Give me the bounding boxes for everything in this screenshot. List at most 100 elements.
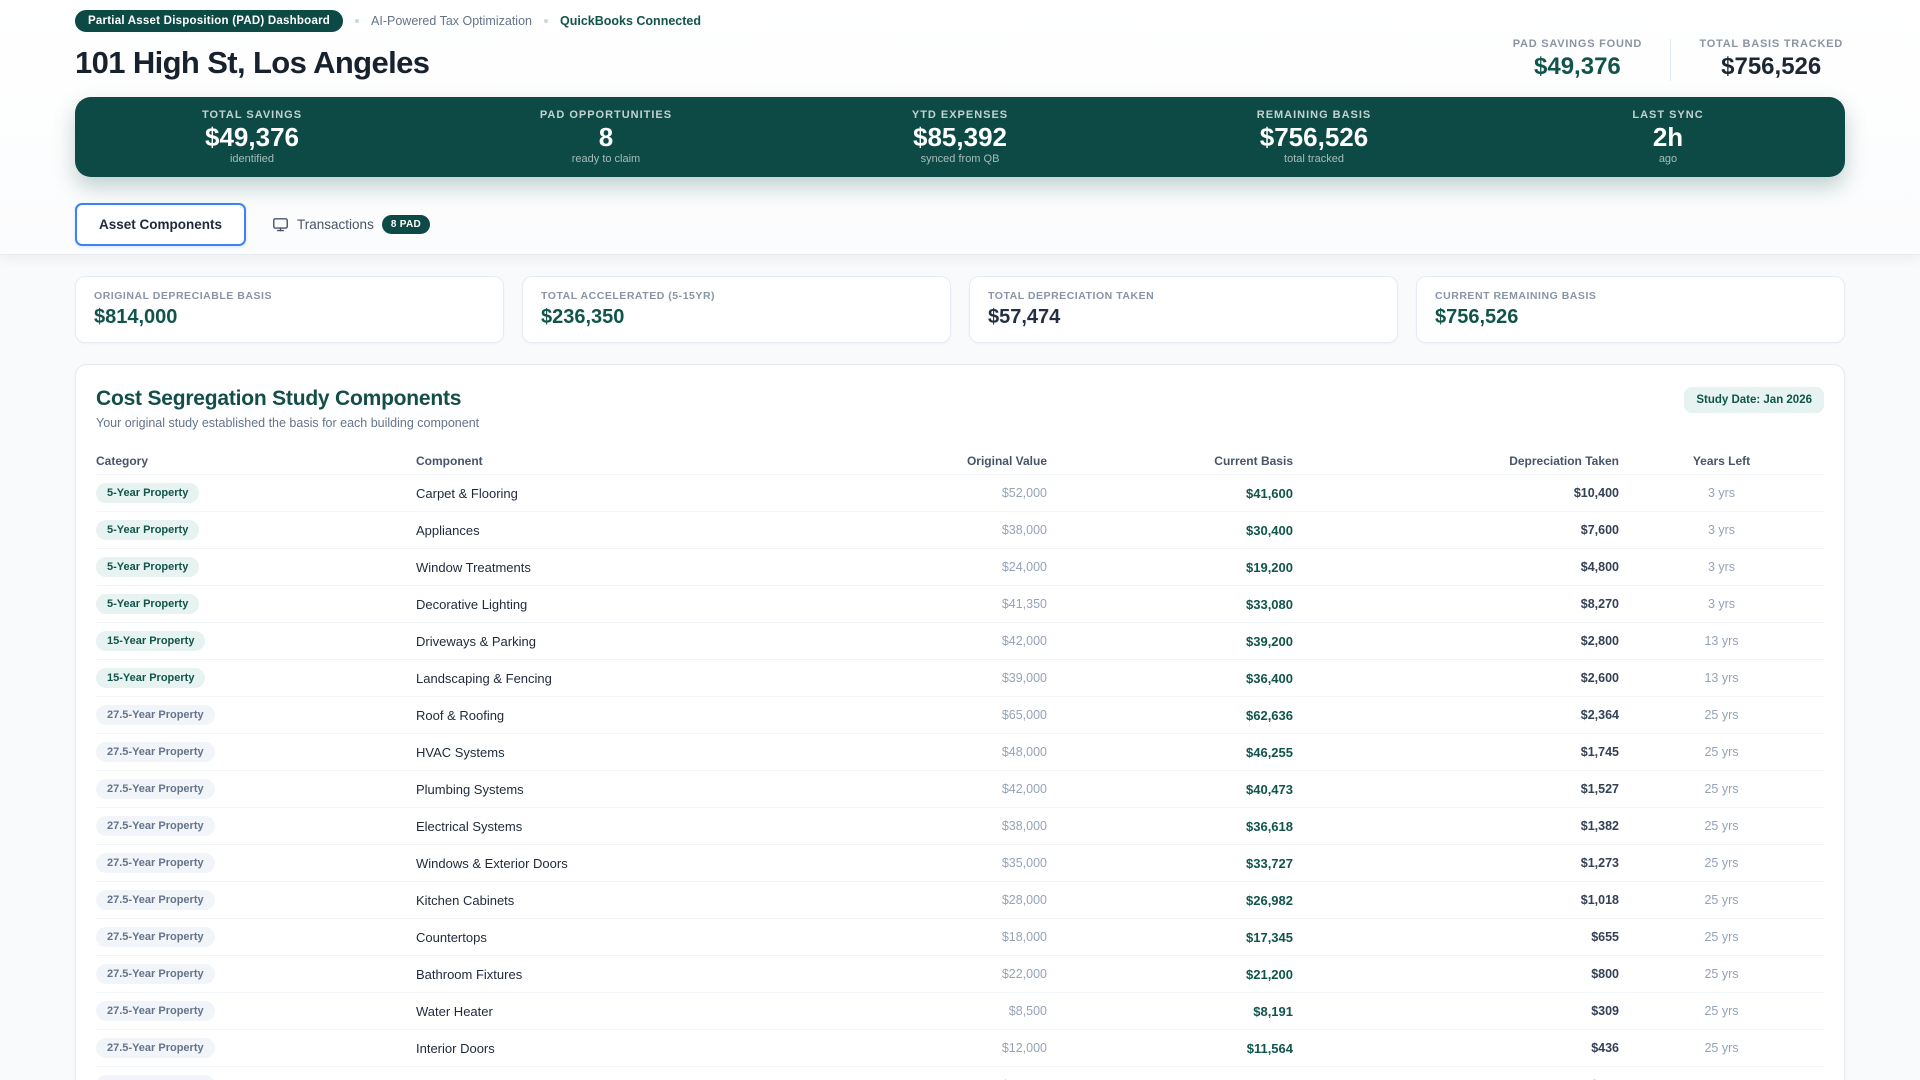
category-badge: 27.5-Year Property	[96, 705, 215, 725]
current-basis-cell: $41,600	[1246, 485, 1293, 501]
original-value-cell: $38,000	[1001, 819, 1047, 833]
component-cell: HVAC Systems	[416, 744, 505, 760]
breadcrumb-item-quickbooks[interactable]: QuickBooks Connected	[560, 14, 701, 28]
depreciation-taken-cell: $7,600	[1580, 523, 1619, 537]
years-left-cell: 25 yrs	[1704, 967, 1739, 981]
column-header-component: Component	[416, 454, 483, 468]
years-left-cell: 3 yrs	[1707, 560, 1736, 574]
stat-card-label: TOTAL ACCELERATED (5-15YR)	[541, 290, 716, 302]
hero-stats-bar: TOTAL SAVINGS $49,376 identified PAD OPP…	[75, 97, 1845, 177]
hero-stat-last-sync: LAST SYNC 2h ago	[1491, 109, 1845, 166]
table-row: 27.5-Year Property Insulation $15,000 $1…	[96, 1066, 1824, 1080]
years-left-cell: 25 yrs	[1704, 893, 1739, 907]
depreciation-taken-cell: $4,800	[1580, 560, 1619, 574]
category-badge: 15-Year Property	[96, 631, 206, 651]
table-row: 27.5-Year Property Roof & Roofing $65,00…	[96, 696, 1824, 733]
depreciation-taken-cell: $655	[1591, 930, 1619, 944]
stat-card-value: $756,526	[1435, 306, 1519, 328]
current-basis-cell: $36,400	[1246, 670, 1293, 686]
current-basis-cell: $62,636	[1246, 707, 1293, 723]
table-row: 27.5-Year Property HVAC Systems $48,000 …	[96, 733, 1824, 770]
hero-stat-total-savings: TOTAL SAVINGS $49,376 identified	[75, 109, 429, 166]
breadcrumb-item-tax-optimization[interactable]: AI-Powered Tax Optimization	[371, 14, 532, 28]
table-body: 5-Year Property Carpet & Flooring $52,00…	[96, 474, 1824, 1080]
category-badge: 27.5-Year Property	[96, 1075, 215, 1080]
breadcrumb-separator	[543, 19, 548, 23]
hero-stat-value: $85,392	[913, 121, 1007, 152]
depreciation-taken-cell: $1,382	[1580, 819, 1619, 833]
years-left-cell: 13 yrs	[1704, 634, 1739, 648]
original-value-cell: $35,000	[1001, 856, 1047, 870]
years-left-cell: 25 yrs	[1704, 856, 1739, 870]
column-header-category: Category	[96, 454, 149, 468]
current-basis-cell: $8,191	[1253, 1003, 1293, 1019]
stat-card-value: $57,474	[988, 306, 1061, 328]
original-value-cell: $52,000	[1001, 486, 1047, 500]
component-cell: Electrical Systems	[416, 818, 523, 834]
summary-label: PAD SAVINGS FOUND	[1512, 38, 1643, 50]
tab-asset-components[interactable]: Asset Components	[75, 203, 247, 246]
hero-stat-sub: ago	[1658, 153, 1678, 166]
depreciation-taken-cell: $1,745	[1580, 745, 1619, 759]
cost-segregation-card: Cost Segregation Study Components Your o…	[75, 364, 1845, 1080]
category-badge: 27.5-Year Property	[96, 1038, 215, 1058]
table-row: 5-Year Property Appliances $38,000 $30,4…	[96, 511, 1824, 548]
component-cell: Countertops	[416, 929, 487, 945]
category-badge: 27.5-Year Property	[96, 816, 215, 836]
hero-stat-label: PAD OPPORTUNITIES	[539, 108, 673, 121]
component-cell: Windows & Exterior Doors	[416, 855, 568, 871]
table-row: 27.5-Year Property Kitchen Cabinets $28,…	[96, 881, 1824, 918]
hero-stat-label: YTD EXPENSES	[911, 108, 1009, 121]
category-badge: 27.5-Year Property	[96, 964, 215, 984]
current-basis-cell: $36,618	[1246, 818, 1293, 834]
original-value-cell: $65,000	[1001, 708, 1047, 722]
original-value-cell: $38,000	[1001, 523, 1047, 537]
hero-stat-value: 2h	[1652, 121, 1684, 152]
summary-label: TOTAL BASIS TRACKED	[1699, 38, 1843, 50]
stat-card-total-accelerated: TOTAL ACCELERATED (5-15YR) $236,350	[522, 276, 951, 343]
study-date-badge: Study Date: Jan 2026	[1684, 387, 1824, 413]
tab-transactions[interactable]: Transactions 8 PAD	[272, 215, 431, 234]
years-left-cell: 25 yrs	[1704, 930, 1739, 944]
current-basis-cell: $40,473	[1246, 781, 1293, 797]
stat-card-label: ORIGINAL DEPRECIABLE BASIS	[94, 290, 272, 302]
years-left-cell: 25 yrs	[1704, 708, 1739, 722]
table-row: 15-Year Property Landscaping & Fencing $…	[96, 659, 1824, 696]
years-left-cell: 3 yrs	[1707, 523, 1736, 537]
depreciation-taken-cell: $309	[1591, 1004, 1619, 1018]
hero-stat-sub: ready to claim	[571, 153, 641, 166]
breadcrumb: Partial Asset Disposition (PAD) Dashboar…	[75, 10, 1845, 32]
component-cell: Carpet & Flooring	[416, 485, 518, 501]
stat-card-depreciation-taken: TOTAL DEPRECIATION TAKEN $57,474	[969, 276, 1398, 343]
depreciation-taken-cell: $800	[1591, 967, 1619, 981]
category-badge: 15-Year Property	[96, 668, 206, 688]
years-left-cell: 13 yrs	[1704, 671, 1739, 685]
depreciation-taken-cell: $1,273	[1580, 856, 1619, 870]
breadcrumb-separator	[355, 19, 360, 23]
component-cell: Bathroom Fixtures	[416, 966, 523, 982]
stat-card-label: TOTAL DEPRECIATION TAKEN	[988, 290, 1155, 302]
original-value-cell: $48,000	[1001, 745, 1047, 759]
category-badge: 5-Year Property	[96, 520, 200, 540]
original-value-cell: $18,000	[1001, 930, 1047, 944]
page-header: Partial Asset Disposition (PAD) Dashboar…	[0, 0, 1920, 255]
depreciation-taken-cell: $2,600	[1580, 671, 1619, 685]
table-row: 27.5-Year Property Electrical Systems $3…	[96, 807, 1824, 844]
category-badge: 5-Year Property	[96, 483, 200, 503]
hero-stat-value: $756,526	[1259, 121, 1369, 152]
original-value-cell: $12,000	[1001, 1041, 1047, 1055]
hero-stat-label: TOTAL SAVINGS	[201, 108, 303, 121]
depreciation-taken-cell: $436	[1591, 1041, 1619, 1055]
component-cell: Window Treatments	[416, 559, 531, 575]
depreciation-taken-cell: $1,527	[1580, 782, 1619, 796]
column-header-original-value: Original Value	[966, 454, 1047, 468]
depreciation-taken-cell: $10,400	[1573, 486, 1619, 500]
depreciation-taken-cell: $1,018	[1580, 893, 1619, 907]
table-row: 27.5-Year Property Water Heater $8,500 $…	[96, 992, 1824, 1029]
original-value-cell: $22,000	[1001, 967, 1047, 981]
category-badge: 27.5-Year Property	[96, 853, 215, 873]
current-basis-cell: $30,400	[1246, 522, 1293, 538]
current-basis-cell: $21,200	[1246, 966, 1293, 982]
stat-cards-row: ORIGINAL DEPRECIABLE BASIS $814,000 TOTA…	[75, 276, 1845, 343]
years-left-cell: 3 yrs	[1707, 597, 1736, 611]
